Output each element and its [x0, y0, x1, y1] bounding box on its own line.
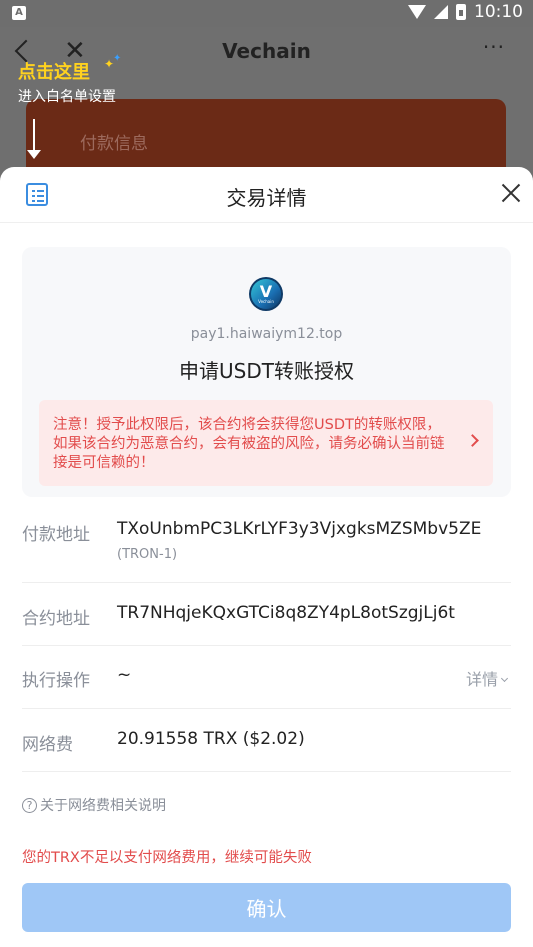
contract-address-label: 合约地址: [22, 609, 90, 629]
payer-network: (TRON-1): [117, 547, 178, 562]
network-fee-row: 网络费 20.91558 TRX ($2.02): [22, 709, 511, 772]
detail-label: 详情: [465, 670, 498, 689]
chevron-right-icon: [466, 434, 479, 447]
fee-help-text: 关于网络费相关说明: [40, 798, 166, 814]
status-icons: 10:10: [408, 2, 523, 22]
notification-icon: A: [12, 6, 26, 20]
wifi-icon: [408, 5, 426, 19]
network-fee-label: 网络费: [22, 735, 73, 755]
arrow-down-icon: [27, 119, 41, 159]
dapp-domain: pay1.haiwaiym12.top: [190, 326, 343, 342]
permission-warning[interactable]: 注意！授予此权限后，该合约将会获得您USDT的转账权限，如果该合约为恶意合约，会…: [39, 400, 493, 486]
close-icon[interactable]: [499, 179, 523, 207]
status-time: 10:10: [474, 2, 523, 22]
signal-icon: [434, 5, 448, 19]
question-icon: ?: [22, 797, 37, 813]
sparkle-icon: ✦: [113, 53, 122, 64]
whitelist-hint-title[interactable]: 点击这里: [18, 58, 90, 84]
more-icon[interactable]: ···: [483, 35, 505, 59]
operation-detail-link[interactable]: 详情: [465, 666, 509, 690]
warning-text: 注意！授予此权限后，该合约将会获得您USDT的转账权限，如果该合约为恶意合约，会…: [53, 417, 445, 471]
operation-label: 执行操作: [22, 671, 90, 691]
operation-value: ~: [117, 665, 132, 685]
fee-help-link[interactable]: ? 关于网络费相关说明: [22, 795, 166, 815]
logo-caption: Vechain: [258, 299, 274, 304]
insufficient-trx-error: 您的TRX不足以支付网络费用，继续可能失败: [22, 850, 312, 866]
status-bar: A 10:10: [0, 0, 533, 27]
payer-address-row: 付款地址 TXoUnbmPC3LKrLYF3y3VjxgksMZSMbv5ZE …: [22, 497, 511, 583]
payer-address-label: 付款地址: [22, 525, 90, 545]
operation-row: 执行操作 ~ 详情: [22, 646, 511, 709]
sheet-title: 交易详情: [226, 186, 307, 210]
background-app: ✕ Vechain ··· 付款信息 点击这里 ✦ ✦ 进入白名单设置: [0, 27, 533, 219]
contract-address-row: 合约地址 TR7NHqjeKQxGTCi8q8ZY4pL8otSzgjLj6t: [22, 583, 511, 646]
confirm-button[interactable]: 确认: [22, 883, 511, 932]
payer-address-value: TXoUnbmPC3LKrLYF3y3VjxgksMZSMbv5ZE: [117, 519, 482, 539]
network-fee-value: 20.91558 TRX ($2.02): [117, 729, 305, 749]
battery-icon: [456, 4, 466, 20]
whitelist-hint-subtitle: 进入白名单设置: [18, 89, 116, 105]
chevron-down-icon: [500, 674, 509, 683]
dapp-info-card: V Vechain pay1.haiwaiym12.top 申请USDT转账授权…: [22, 247, 511, 497]
request-title: 申请USDT转账授权: [179, 359, 354, 383]
vechain-logo: V Vechain: [249, 277, 283, 311]
contract-address-value: TR7NHqjeKQxGTCi8q8ZY4pL8otSzgjLj6t: [117, 603, 455, 623]
transaction-detail-sheet: 交易详情 V Vechain pay1.haiwaiym12.top 申请USD…: [0, 167, 533, 947]
payment-card-label: 付款信息: [80, 134, 148, 154]
sheet-header: 交易详情: [0, 167, 533, 223]
